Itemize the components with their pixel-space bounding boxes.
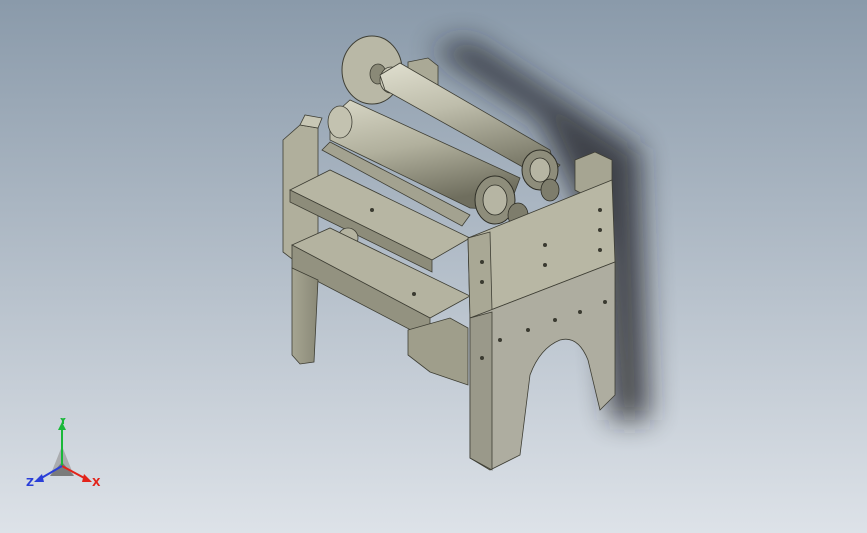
z-axis-label: Z <box>26 476 34 489</box>
y-axis-label: Y <box>58 418 68 427</box>
graphics-viewport[interactable]: Y X Z <box>0 0 867 533</box>
lower-box <box>407 317 469 386</box>
x-axis-label: X <box>92 476 101 489</box>
machine-model[interactable] <box>0 0 867 533</box>
left-leg <box>291 267 319 365</box>
orientation-triad[interactable]: Y X Z <box>22 418 108 496</box>
